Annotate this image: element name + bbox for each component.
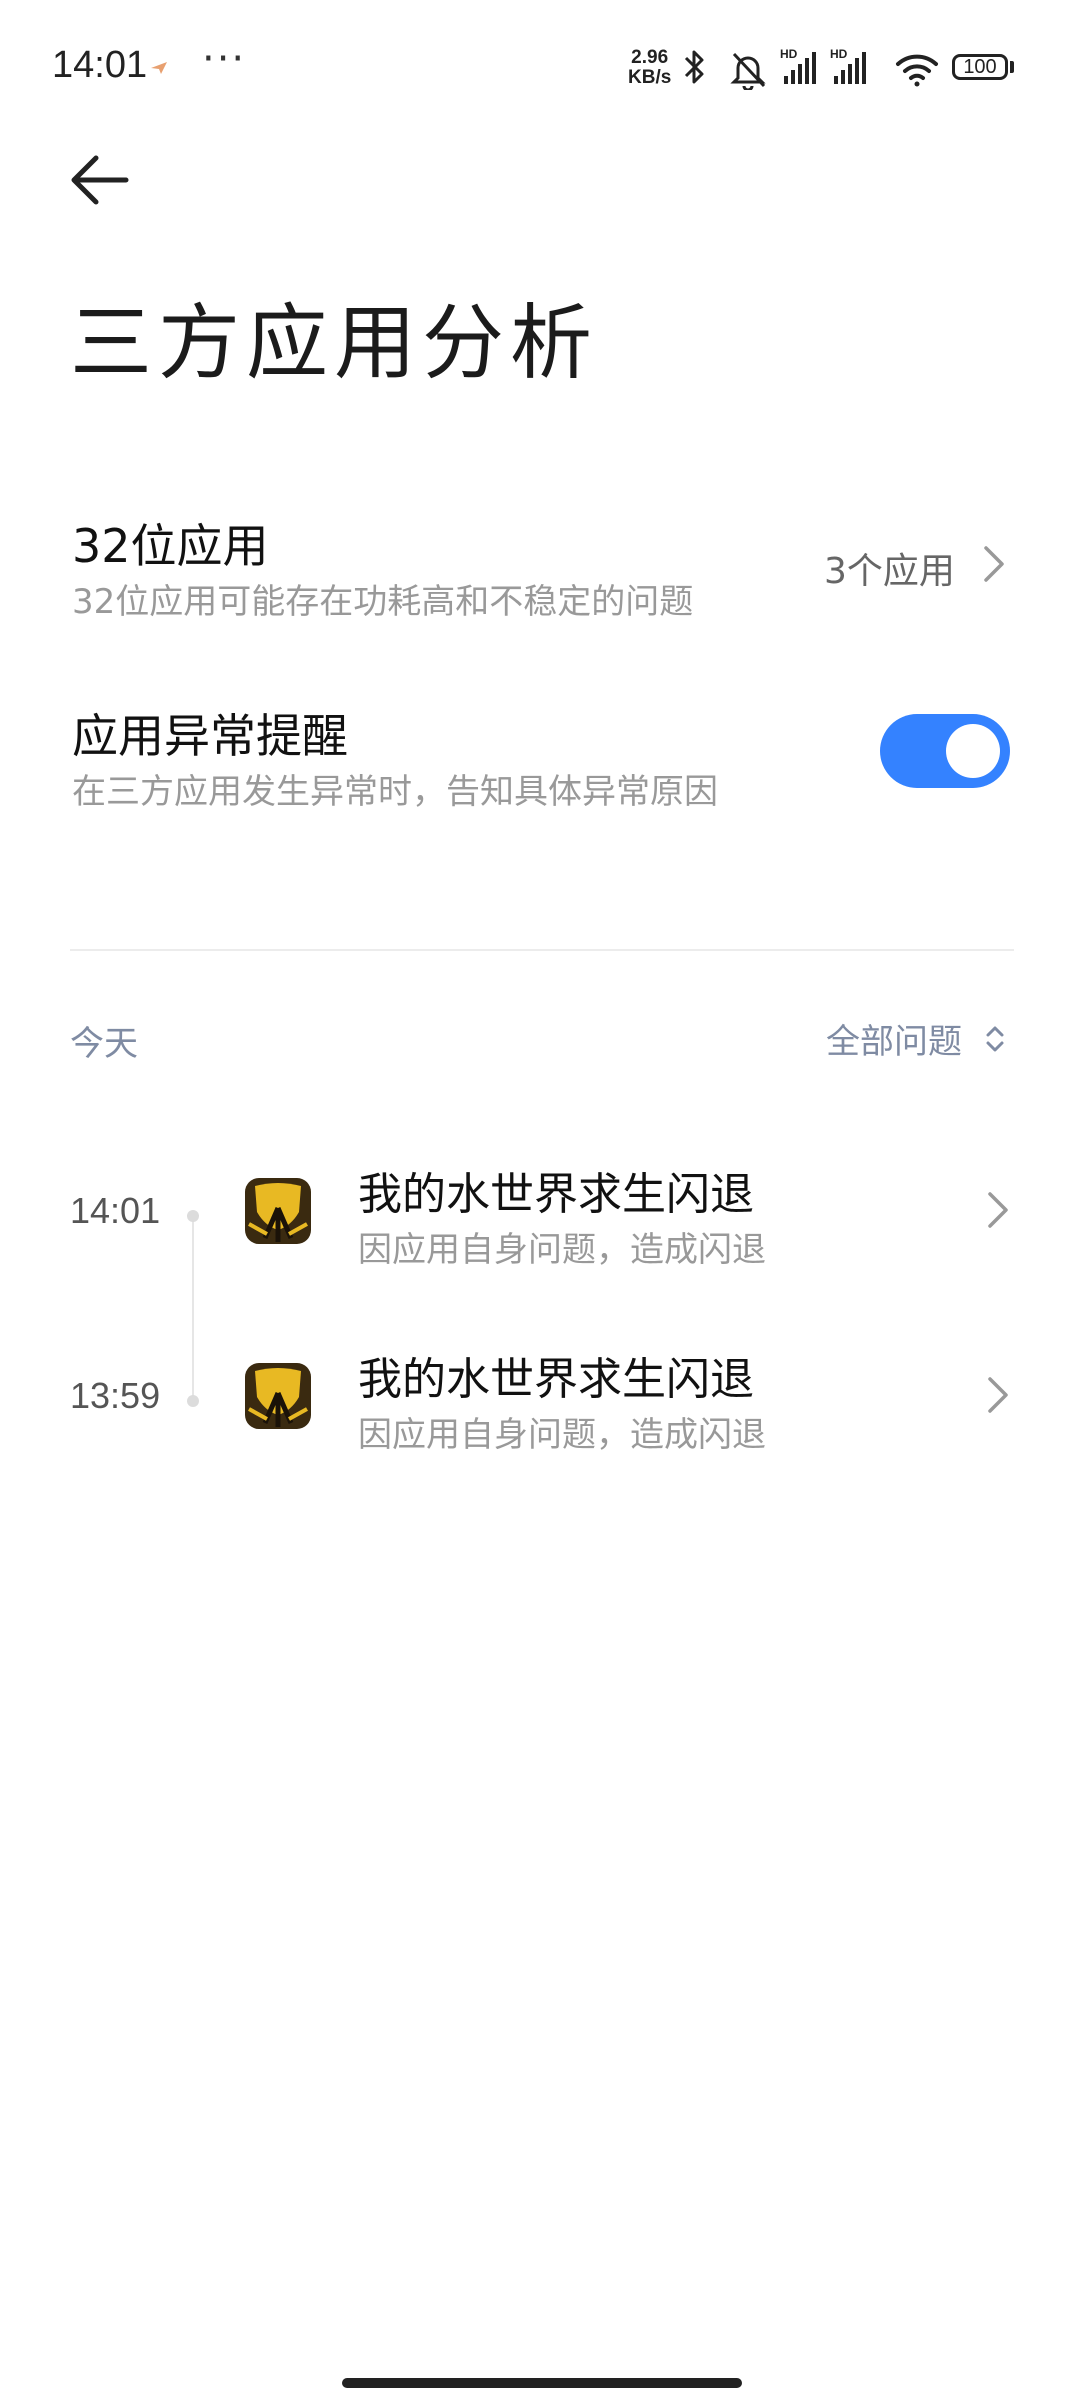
page-title: 三方应用分析 (70, 296, 599, 391)
toggle-knob (946, 724, 1000, 778)
battery-tip (1010, 61, 1014, 73)
bluetooth-icon (684, 50, 704, 84)
chevron-right-icon (986, 1375, 1010, 1419)
anomaly-alert-subtitle: 在三方应用发生异常时，告知具体异常原因 (72, 772, 718, 812)
section-label-today: 今天 (70, 1024, 138, 1064)
app32-row[interactable]: 32位应用 32位应用可能存在功耗高和不稳定的问题 3个应用 (0, 500, 1080, 630)
location-icon (150, 60, 168, 79)
app32-subtitle: 32位应用可能存在功耗高和不稳定的问题 (72, 582, 694, 622)
event-time: 14:01 (70, 1190, 161, 1231)
filter-label: 全部问题 (826, 1022, 962, 1062)
app-icon (245, 1363, 311, 1429)
event-item[interactable]: 14:01 我的水世界求生闪退 因应用自身问题，造成闪退 (0, 1140, 1080, 1280)
net-speed: 2.96 KB/s (628, 48, 671, 88)
status-icons: HD HD (680, 46, 950, 94)
bell-muted-icon (730, 52, 766, 92)
arrow-left-icon (71, 155, 129, 205)
event-item[interactable]: 13:59 我的水世界求生闪退 因应用自身问题，造成闪退 (0, 1325, 1080, 1465)
svg-text:HD: HD (780, 47, 798, 61)
net-speed-unit: KB/s (628, 67, 672, 88)
battery-icon: 100 (952, 54, 1008, 80)
signal-hd-icon: HD (780, 47, 816, 84)
divider (70, 949, 1014, 951)
timeline-dot (187, 1395, 199, 1407)
event-time: 13:59 (70, 1375, 161, 1416)
more-notifications-icon: ··· (202, 36, 247, 82)
anomaly-alert-title: 应用异常提醒 (72, 709, 348, 763)
signal-hd-icon: HD (830, 47, 866, 84)
status-time: 14:01 (52, 44, 148, 86)
svg-text:HD: HD (830, 47, 848, 61)
net-speed-value: 2.96 (631, 47, 669, 68)
anomaly-alert-toggle[interactable] (880, 714, 1010, 788)
wifi-icon (896, 54, 938, 87)
app32-title: 32位应用 (72, 519, 269, 573)
sort-updown-icon (985, 1023, 1005, 1064)
event-title: 我的水世界求生闪退 (358, 1354, 754, 1405)
back-button[interactable] (64, 150, 144, 220)
event-subtitle: 因应用自身问题，造成闪退 (358, 1230, 766, 1270)
app32-count: 3个应用 (824, 551, 955, 592)
filter-dropdown[interactable]: 全部问题 (826, 1014, 1005, 1064)
chevron-right-icon (986, 1190, 1010, 1234)
app-icon (245, 1178, 311, 1244)
home-indicator[interactable] (342, 2378, 742, 2388)
event-title: 我的水世界求生闪退 (358, 1169, 754, 1220)
timeline-dot (187, 1210, 199, 1222)
event-subtitle: 因应用自身问题，造成闪退 (358, 1415, 766, 1455)
chevron-right-icon (982, 544, 1006, 588)
